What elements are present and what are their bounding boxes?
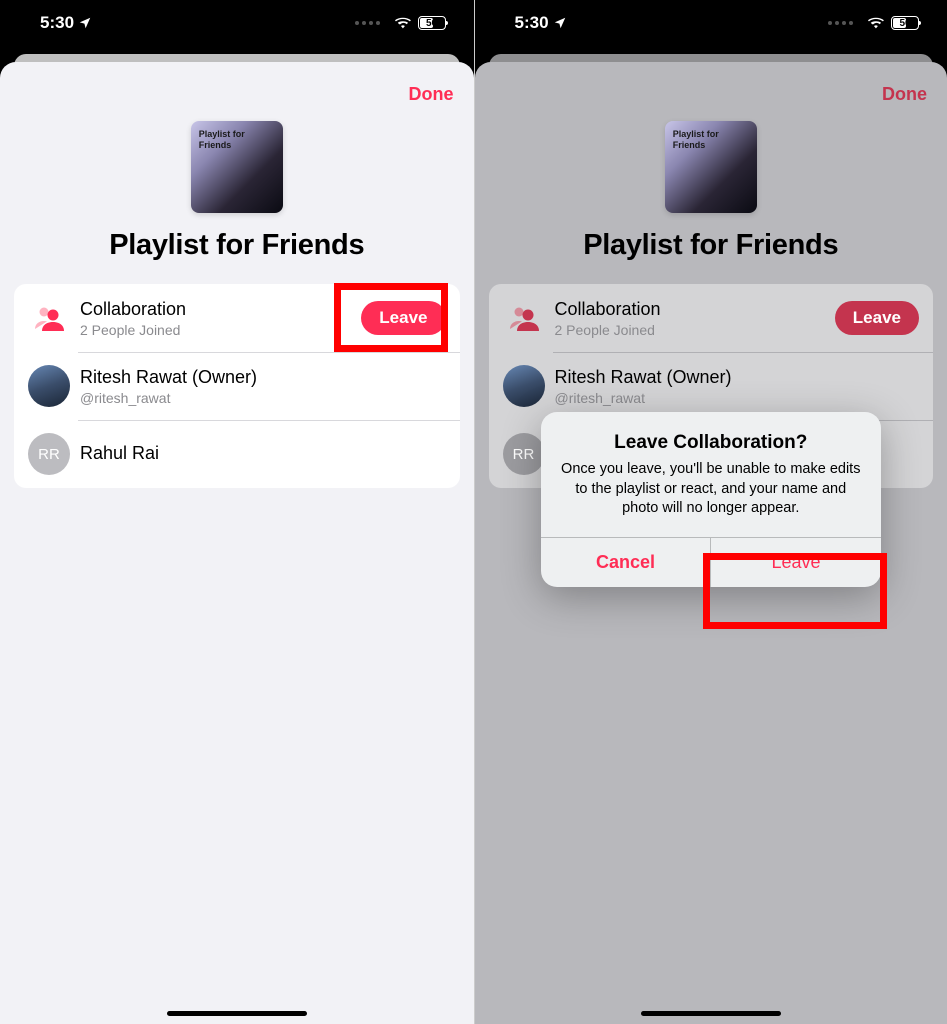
home-indicator[interactable]: [641, 1011, 781, 1016]
playlist-artwork: Playlist for Friends: [191, 121, 283, 213]
home-indicator[interactable]: [167, 1011, 307, 1016]
status-time: 5:30: [40, 13, 74, 33]
collaboration-body: Collaboration 2 People Joined: [80, 298, 361, 338]
artwork-label: Playlist for Friends: [199, 129, 245, 151]
leave-confirmation-alert: Leave Collaboration? Once you leave, you…: [541, 412, 881, 587]
leave-button[interactable]: Leave: [361, 301, 445, 335]
alert-leave-button[interactable]: Leave: [710, 538, 881, 587]
member-name: Rahul Rai: [80, 442, 446, 465]
playlist-title: Playlist for Friends: [0, 229, 474, 262]
phone-screenshot-left: 5:30 50 Done Playlist for Friends Playli…: [0, 0, 474, 1024]
leave-button[interactable]: Leave: [835, 301, 919, 335]
status-bar: 5:30 50: [0, 0, 474, 46]
collaboration-list: Collaboration 2 People Joined Leave Rite…: [14, 284, 460, 488]
artwork-label: Playlist for Friends: [673, 129, 719, 151]
collaboration-subtitle: 2 People Joined: [555, 322, 835, 338]
sheet-header: Done: [0, 78, 474, 115]
people-icon: [28, 297, 70, 339]
member-name: Ritesh Rawat (Owner): [80, 366, 446, 389]
done-button[interactable]: Done: [409, 84, 454, 105]
avatar-initials: RR: [503, 433, 545, 475]
wifi-icon: [867, 16, 885, 30]
battery-icon: 50: [891, 16, 919, 30]
avatar: [28, 365, 70, 407]
location-icon: [553, 16, 567, 30]
collaboration-subtitle: 2 People Joined: [80, 322, 361, 338]
modal-sheet: Done Playlist for Friends Playlist for F…: [0, 62, 474, 1024]
playlist-artwork: Playlist for Friends: [665, 121, 757, 213]
member-row[interactable]: Ritesh Rawat (Owner) @ritesh_rawat: [14, 352, 460, 420]
location-icon: [78, 16, 92, 30]
playlist-artwork-container: Playlist for Friends: [0, 121, 474, 213]
done-button[interactable]: Done: [882, 84, 927, 105]
alert-message: Once you leave, you'll be unable to make…: [557, 460, 865, 519]
people-icon: [503, 297, 545, 339]
collaboration-row: Collaboration 2 People Joined Leave: [489, 284, 934, 352]
collaboration-body: Collaboration 2 People Joined: [555, 298, 835, 338]
playlist-artwork-container: Playlist for Friends: [475, 121, 947, 213]
status-time: 5:30: [515, 13, 549, 33]
avatar: [503, 365, 545, 407]
member-name: Ritesh Rawat (Owner): [555, 366, 920, 389]
paging-dots: [355, 21, 380, 25]
member-handle: @ritesh_rawat: [80, 390, 446, 406]
paging-dots: [828, 21, 853, 25]
member-handle: @ritesh_rawat: [555, 390, 920, 406]
battery-icon: 50: [418, 16, 446, 30]
avatar-initials: RR: [28, 433, 70, 475]
alert-content: Leave Collaboration? Once you leave, you…: [541, 412, 881, 537]
status-bar-right: 50: [828, 16, 919, 30]
status-bar: 5:30 50: [475, 0, 947, 46]
member-body: Ritesh Rawat (Owner) @ritesh_rawat: [555, 366, 920, 406]
phone-screenshot-right: 5:30 50 Done Playlist for Friends Playli…: [474, 0, 947, 1024]
member-row[interactable]: Ritesh Rawat (Owner) @ritesh_rawat: [489, 352, 934, 420]
modal-sheet-dimmed: Done Playlist for Friends Playlist for F…: [475, 62, 947, 1024]
collaboration-row: Collaboration 2 People Joined Leave: [14, 284, 460, 352]
member-body: Rahul Rai: [80, 442, 446, 465]
collaboration-title: Collaboration: [555, 298, 835, 321]
status-bar-right: 50: [355, 16, 446, 30]
playlist-title: Playlist for Friends: [475, 229, 947, 262]
status-bar-left: 5:30: [40, 13, 92, 33]
alert-cancel-button[interactable]: Cancel: [541, 538, 711, 587]
alert-title: Leave Collaboration?: [557, 432, 865, 454]
sheet-header: Done: [475, 78, 947, 115]
status-bar-left: 5:30: [515, 13, 567, 33]
wifi-icon: [394, 16, 412, 30]
member-body: Ritesh Rawat (Owner) @ritesh_rawat: [80, 366, 446, 406]
member-row[interactable]: RR Rahul Rai: [14, 420, 460, 488]
alert-buttons: Cancel Leave: [541, 537, 881, 587]
collaboration-title: Collaboration: [80, 298, 361, 321]
